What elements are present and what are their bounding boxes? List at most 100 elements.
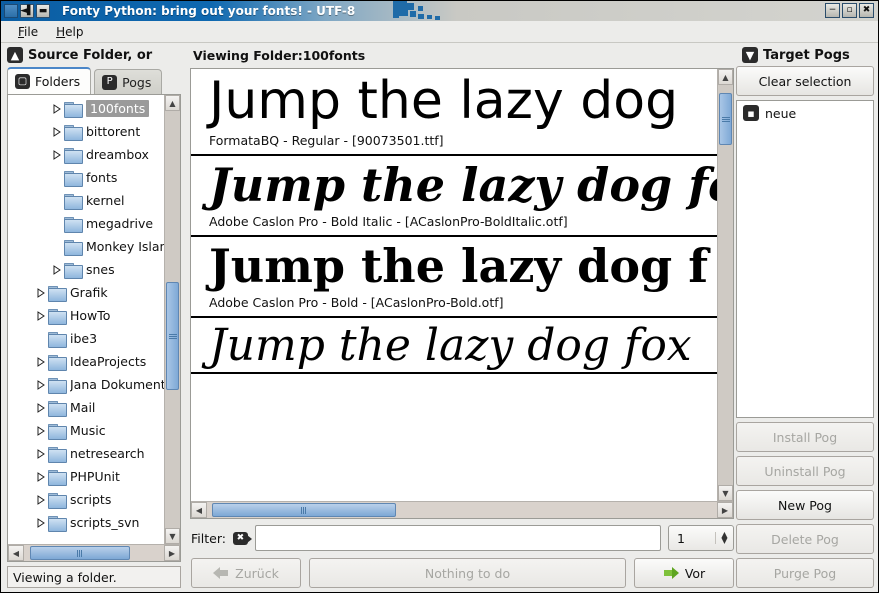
folder-tree-htrack[interactable] [24,545,164,561]
tree-item[interactable]: megadrive [8,212,164,235]
scroll-grip-h-icon [77,549,83,557]
tree-item[interactable]: fonts [8,166,164,189]
tree-item[interactable]: dreambox [8,143,164,166]
scroll-right-icon[interactable]: ▶ [717,502,733,518]
tab-folders[interactable]: ▢ Folders [7,67,92,94]
font-list[interactable]: Jump the lazy dog FormataBQ - Regular - [… [191,69,717,501]
tree-item[interactable]: scripts_svn [8,511,164,534]
tree-item[interactable]: Jana Dokumente [8,373,164,396]
new-pog-button[interactable]: New Pog [736,490,874,520]
forward-button[interactable]: Vor [634,558,734,588]
expand-triangle-icon[interactable] [34,310,48,321]
scroll-down-icon[interactable]: ▼ [165,528,180,544]
font-list-vscrollbar[interactable]: ▲ ▼ [717,69,733,501]
pog-list[interactable]: ▪ neue [736,100,874,418]
tree-item-label: Grafik [70,285,108,300]
source-pane-header: ▲ Source Folder, or [1,43,187,66]
menu-file-rest: ile [24,24,39,39]
font-list-hthumb[interactable] [212,503,396,517]
menu-help[interactable]: Help [47,23,92,41]
folder-icon [48,515,67,532]
filter-input[interactable] [254,525,661,551]
maximize-button[interactable]: ▫ [842,3,857,18]
menu-file[interactable]: File [9,23,47,41]
font-list-vthumb[interactable] [719,93,732,145]
install-pog-button[interactable]: Install Pog [736,422,874,452]
expand-triangle-icon[interactable] [34,448,48,459]
tree-item[interactable]: IdeaProjects [8,350,164,373]
clear-selection-label: Clear selection [758,73,852,89]
scroll-up-icon[interactable]: ▲ [165,95,180,111]
font-list-htrack[interactable] [207,502,717,518]
font-list-hscrollbar[interactable]: ◀ ▶ [191,501,733,518]
window-menu-button[interactable] [4,4,18,18]
window-shade-button[interactable]: ◄▌ [20,4,34,18]
window-iconify-button[interactable]: ▬ [36,4,50,18]
delete-pog-button[interactable]: Delete Pog [736,524,874,554]
font-list-vtrack[interactable] [718,85,733,485]
target-pogs-header: ▼ Target Pogs [736,43,874,66]
expand-triangle-icon[interactable] [50,126,64,137]
expand-triangle-icon[interactable] [50,103,64,114]
font-preview-item[interactable]: Jump the lazy dog f Adobe Caslon Pro - Bo… [191,237,717,318]
tab-pogs[interactable]: P Pogs [94,69,163,94]
tree-item[interactable]: Monkey Island [8,235,164,258]
tree-item[interactable]: Mail [8,396,164,419]
tree-item-label: scripts [70,492,112,507]
expand-triangle-icon[interactable] [34,287,48,298]
page-spinner[interactable]: 1 ▲ ▼ [668,525,734,551]
uninstall-pog-button[interactable]: Uninstall Pog [736,456,874,486]
filter-row: Filter: ✖ 1 ▲ ▼ [191,525,734,551]
tree-item[interactable]: netresearch [8,442,164,465]
tree-item[interactable]: Grafik [8,281,164,304]
scroll-left-icon[interactable]: ◀ [8,545,24,561]
tree-item-label: Music [70,423,106,438]
folder-tree-vtrack[interactable] [165,111,180,528]
expand-triangle-icon[interactable] [34,494,48,505]
font-preview-item[interactable]: Jump the lazy dog fox [191,318,717,374]
tree-item[interactable]: 100fonts [8,97,164,120]
folder-tree-hthumb[interactable] [29,546,131,560]
expand-triangle-icon[interactable] [50,264,64,275]
folder-tree-vscrollbar[interactable]: ▲ ▼ [164,95,180,544]
titlebar-pixel-decoration [393,1,445,21]
viewing-folder-label: Viewing Folder:100fonts [193,48,366,63]
back-button[interactable]: Zurück [191,558,301,588]
scroll-left-icon[interactable]: ◀ [191,502,207,518]
expand-triangle-icon[interactable] [50,149,64,160]
folder-tree[interactable]: 100fonts bittorent dreambox fonts kernel mega… [8,95,164,544]
page-spinner-arrows[interactable]: ▲ ▼ [715,531,733,545]
scroll-up-icon[interactable]: ▲ [718,69,733,85]
tree-item[interactable]: HowTo [8,304,164,327]
font-preview-main: Jump the lazy dog FormataBQ - Regular - [… [191,69,733,501]
clear-filter-icon[interactable]: ✖ [232,531,252,545]
nothing-to-do-button[interactable]: Nothing to do [309,558,626,588]
tree-item[interactable]: scripts [8,488,164,511]
expand-triangle-icon[interactable] [34,471,48,482]
expand-triangle-icon[interactable] [34,425,48,436]
tree-item[interactable]: bittorent [8,120,164,143]
pog-list-item[interactable]: ▪ neue [737,101,873,125]
expand-triangle-icon[interactable] [34,379,48,390]
expand-triangle-icon[interactable] [34,402,48,413]
folder-tree-hscrollbar[interactable]: ◀ ▶ [8,544,180,561]
purge-pog-button[interactable]: Purge Pog [736,558,874,588]
expand-triangle-icon[interactable] [34,517,48,528]
pog-list-item-label: neue [765,105,797,121]
expand-triangle-icon[interactable] [34,356,48,367]
tree-item[interactable]: kernel [8,189,164,212]
clear-selection-button[interactable]: Clear selection [736,66,874,96]
font-preview-item[interactable]: Jump the lazy dog FormataBQ - Regular - [… [191,69,717,156]
minimize-button[interactable]: − [825,3,840,18]
scroll-down-icon[interactable]: ▼ [718,485,733,501]
tab-pogs-label: Pogs [122,74,152,90]
spinner-down-icon[interactable]: ▼ [721,537,727,545]
folder-tree-vthumb[interactable] [166,281,179,391]
tree-item[interactable]: ibe3 [8,327,164,350]
scroll-right-icon[interactable]: ▶ [164,545,180,561]
tree-item[interactable]: PHPUnit [8,465,164,488]
tree-item[interactable]: Music [8,419,164,442]
font-preview-item[interactable]: Jump the lazy dog fo Adobe Caslon Pro - B… [191,156,717,237]
close-button[interactable]: ✖ [859,3,874,18]
tree-item[interactable]: snes [8,258,164,281]
